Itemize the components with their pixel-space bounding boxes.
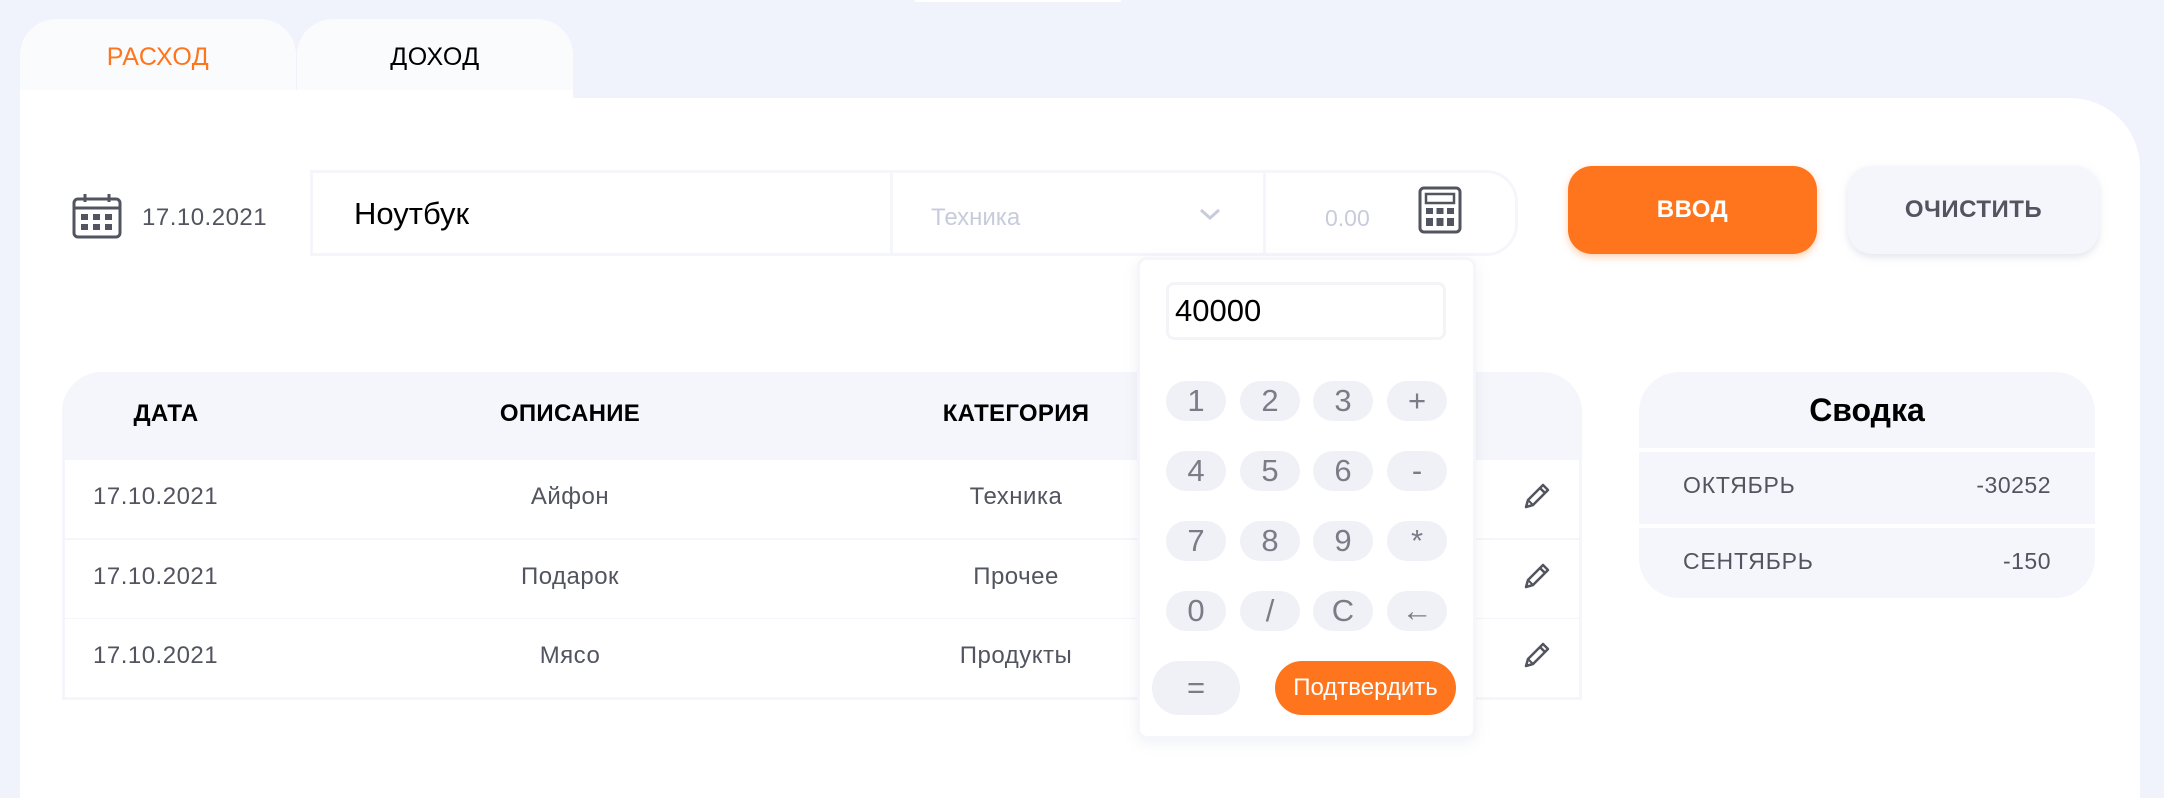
- cell-description: Подарок: [520, 563, 620, 590]
- enter-button[interactable]: Ввод: [1568, 166, 1817, 254]
- calc-key-3[interactable]: 3: [1313, 381, 1373, 421]
- pencil-icon[interactable]: [1521, 560, 1553, 592]
- cell-description: Мясо: [539, 642, 601, 669]
- calc-key-clear[interactable]: C: [1313, 591, 1373, 631]
- calc-key-5[interactable]: 5: [1240, 451, 1300, 491]
- calc-key-0[interactable]: 0: [1166, 591, 1226, 631]
- cell-category: Прочее: [973, 563, 1059, 590]
- calc-key-plus[interactable]: +: [1387, 381, 1447, 421]
- calendar-icon[interactable]: [72, 193, 122, 239]
- cell-date: 17.10.2021: [93, 483, 219, 510]
- calc-key-multiply[interactable]: *: [1387, 521, 1447, 561]
- calc-key-6[interactable]: 6: [1313, 451, 1373, 491]
- form-divider: [1263, 173, 1266, 253]
- summary-value: -150: [2002, 548, 2051, 574]
- calc-key-backspace[interactable]: ←: [1387, 591, 1447, 631]
- header-category: Категория: [942, 400, 1090, 427]
- calc-key-7[interactable]: 7: [1166, 521, 1226, 561]
- date-value[interactable]: 17.10.2021: [142, 204, 267, 232]
- summary-title: Сводка: [1809, 392, 1925, 428]
- chevron-down-icon[interactable]: [1198, 206, 1222, 222]
- calc-key-9[interactable]: 9: [1313, 521, 1373, 561]
- form-divider: [890, 173, 893, 253]
- summary-month: Сентябрь: [1683, 548, 1814, 574]
- calc-key-8[interactable]: 8: [1240, 521, 1300, 561]
- calc-key-4[interactable]: 4: [1166, 451, 1226, 491]
- cell-date: 17.10.2021: [93, 563, 219, 590]
- top-decoration: [915, 0, 1121, 2]
- calc-key-2[interactable]: 2: [1240, 381, 1300, 421]
- header-date: Дата: [133, 400, 199, 427]
- amount-field[interactable]: 0.00: [1325, 205, 1370, 232]
- pencil-icon[interactable]: [1521, 480, 1553, 512]
- calc-key-1[interactable]: 1: [1166, 381, 1226, 421]
- description-input[interactable]: [354, 194, 874, 234]
- tab-panel-joint: [20, 90, 573, 120]
- header-description: Описание: [499, 400, 641, 427]
- calculator-display[interactable]: 40000: [1166, 282, 1446, 340]
- calc-key-equals[interactable]: =: [1152, 661, 1240, 715]
- confirm-button[interactable]: Подтвердить: [1275, 661, 1456, 715]
- summary-value: -30252: [1976, 472, 2051, 498]
- summary-month: Октябрь: [1683, 472, 1796, 498]
- clear-button[interactable]: Очистить: [1848, 166, 2099, 254]
- calculator-icon[interactable]: [1418, 186, 1462, 234]
- cell-category: Техника: [969, 483, 1063, 510]
- summary-row: Сентябрь -150: [1639, 524, 2095, 596]
- cell-date: 17.10.2021: [93, 642, 219, 669]
- cell-category: Продукты: [959, 642, 1073, 669]
- category-select[interactable]: Техника: [931, 204, 1020, 232]
- calc-key-minus[interactable]: -: [1387, 451, 1447, 491]
- cell-description: Айфон: [530, 483, 610, 510]
- summary-row: Октябрь -30252: [1639, 448, 2095, 520]
- pencil-icon[interactable]: [1521, 639, 1553, 671]
- calc-key-divide[interactable]: /: [1240, 591, 1300, 631]
